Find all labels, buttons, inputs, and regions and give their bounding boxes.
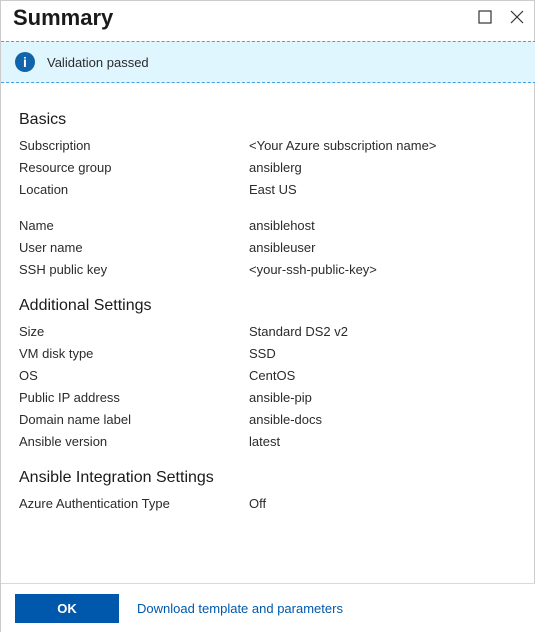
label: Subscription: [19, 135, 249, 157]
ok-button[interactable]: OK: [15, 594, 119, 623]
row-public-ip: Public IP address ansible-pip: [19, 387, 518, 409]
basics-group-2: Name ansiblehost User name ansibleuser S…: [19, 215, 518, 281]
value: SSD: [249, 343, 276, 365]
label: Domain name label: [19, 409, 249, 431]
row-subscription: Subscription <Your Azure subscription na…: [19, 135, 518, 157]
label: User name: [19, 237, 249, 259]
value: Standard DS2 v2: [249, 321, 348, 343]
row-os: OS CentOS: [19, 365, 518, 387]
info-icon: i: [15, 52, 35, 72]
value: East US: [249, 179, 297, 201]
close-icon[interactable]: [510, 10, 524, 27]
value: Off: [249, 493, 266, 515]
row-size: Size Standard DS2 v2: [19, 321, 518, 343]
label: Name: [19, 215, 249, 237]
basics-group-1: Subscription <Your Azure subscription na…: [19, 135, 518, 201]
row-location: Location East US: [19, 179, 518, 201]
validation-message: Validation passed: [47, 55, 149, 70]
row-name: Name ansiblehost: [19, 215, 518, 237]
row-domain-name-label: Domain name label ansible-docs: [19, 409, 518, 431]
row-auth-type: Azure Authentication Type Off: [19, 493, 518, 515]
integration-rows: Azure Authentication Type Off: [19, 493, 518, 515]
validation-banner: i Validation passed: [1, 41, 535, 83]
label: Location: [19, 179, 249, 201]
value: ansibleuser: [249, 237, 316, 259]
value: ansible-docs: [249, 409, 322, 431]
label: Resource group: [19, 157, 249, 179]
label: Size: [19, 321, 249, 343]
header-controls: [478, 10, 524, 27]
row-resource-group: Resource group ansiblerg: [19, 157, 518, 179]
section-heading-basics: Basics: [19, 111, 518, 129]
row-vm-disk-type: VM disk type SSD: [19, 343, 518, 365]
label: OS: [19, 365, 249, 387]
label: SSH public key: [19, 259, 249, 281]
section-heading-integration: Ansible Integration Settings: [19, 469, 518, 487]
panel-title: Summary: [13, 5, 113, 31]
label: Public IP address: [19, 387, 249, 409]
label: Azure Authentication Type: [19, 493, 249, 515]
additional-rows: Size Standard DS2 v2 VM disk type SSD OS…: [19, 321, 518, 453]
value: ansible-pip: [249, 387, 312, 409]
download-template-link[interactable]: Download template and parameters: [137, 601, 343, 616]
value: CentOS: [249, 365, 295, 387]
maximize-icon[interactable]: [478, 10, 492, 27]
summary-content: Basics Subscription <Your Azure subscrip…: [1, 83, 535, 525]
footer-bar: OK Download template and parameters: [1, 583, 535, 633]
row-user-name: User name ansibleuser: [19, 237, 518, 259]
info-icon-glyph: i: [23, 54, 27, 70]
panel-header: Summary: [1, 1, 535, 41]
value: ansiblerg: [249, 157, 302, 179]
label: VM disk type: [19, 343, 249, 365]
value: <your-ssh-public-key>: [249, 259, 377, 281]
row-ssh-public-key: SSH public key <your-ssh-public-key>: [19, 259, 518, 281]
section-heading-additional: Additional Settings: [19, 297, 518, 315]
value: ansiblehost: [249, 215, 315, 237]
value: latest: [249, 431, 280, 453]
row-ansible-version: Ansible version latest: [19, 431, 518, 453]
value: <Your Azure subscription name>: [249, 135, 436, 157]
label: Ansible version: [19, 431, 249, 453]
